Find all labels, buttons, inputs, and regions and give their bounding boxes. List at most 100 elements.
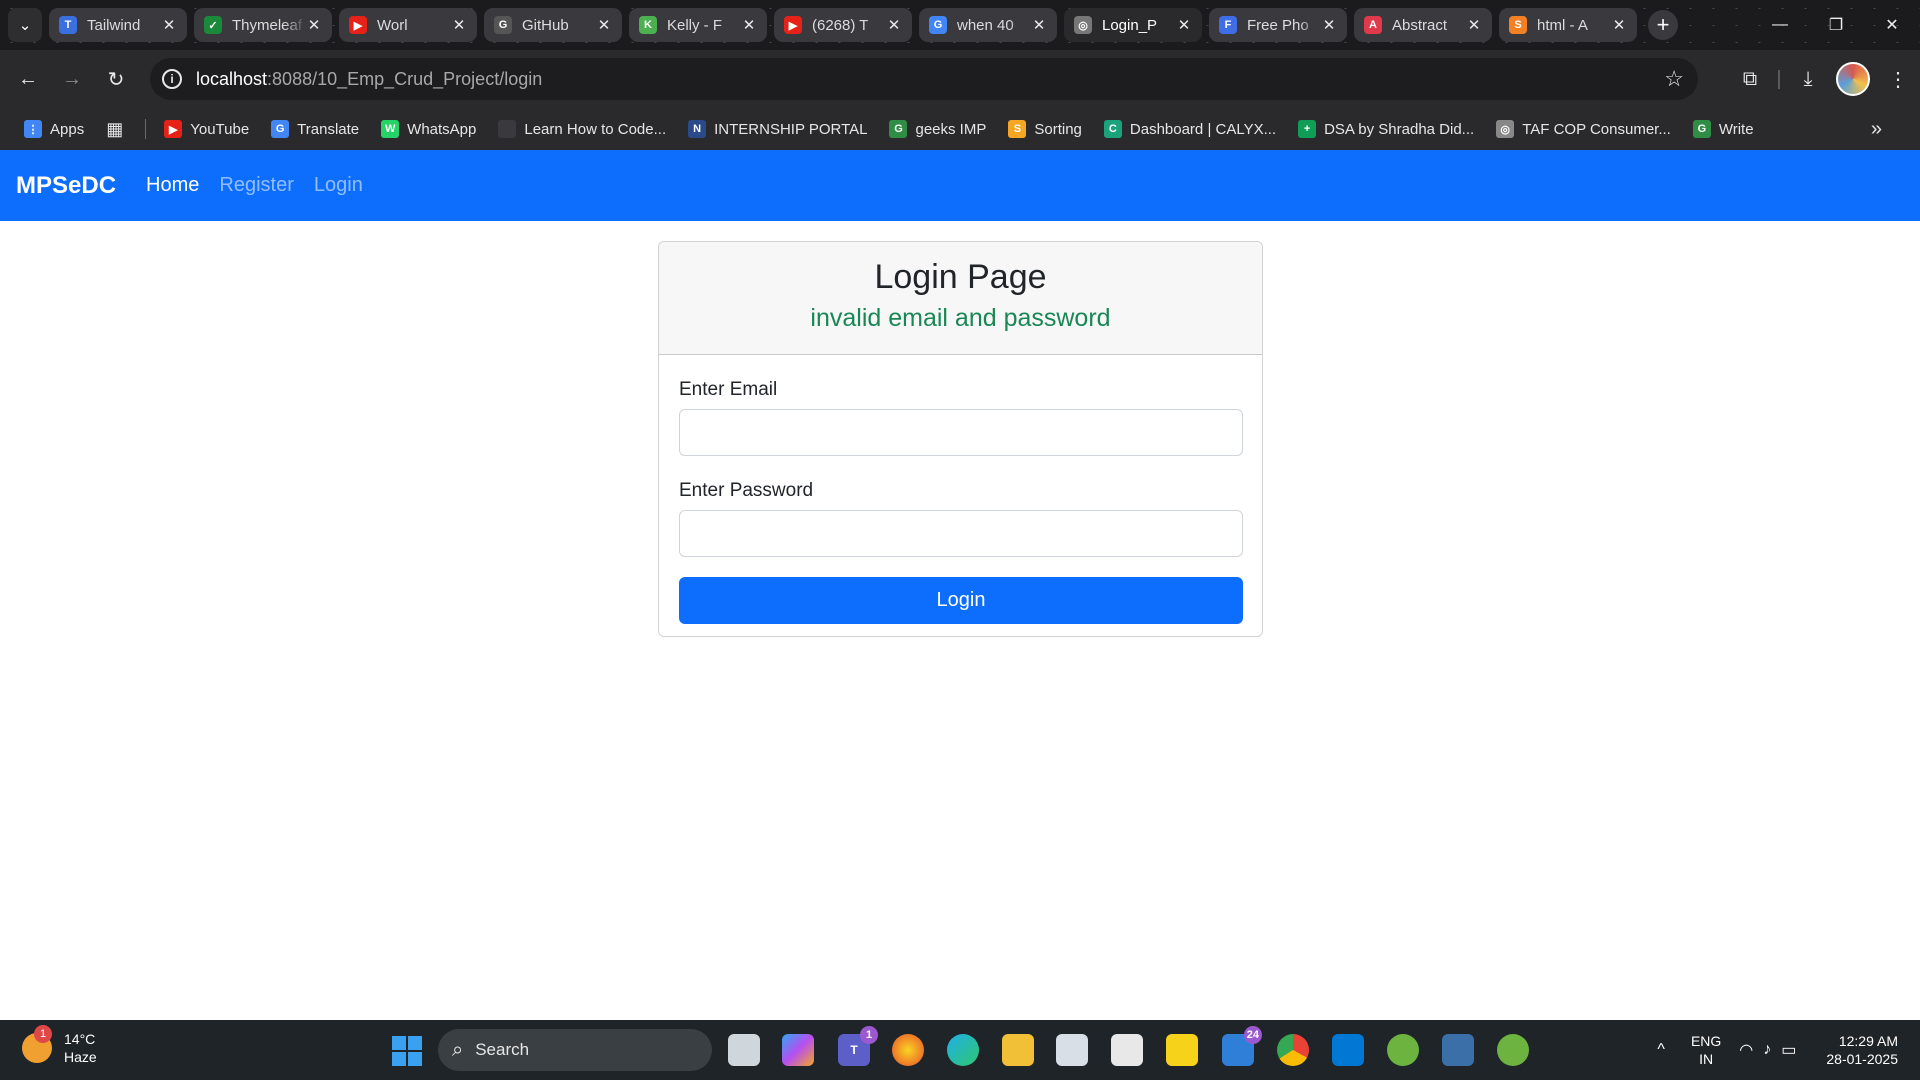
clock[interactable]: 12:29 AM 28-01-2025 (1826, 1032, 1898, 1068)
email-field[interactable] (679, 409, 1243, 456)
password-field[interactable] (679, 510, 1243, 557)
bookmark-label: Dashboard | CALYX... (1129, 120, 1277, 138)
tab-title: when 40 (957, 16, 1014, 34)
close-tab-icon[interactable]: ✕ (1321, 16, 1337, 34)
copilot-icon[interactable] (782, 1034, 814, 1066)
tab-1[interactable]: ✓ Thymeleaf ✕ (194, 8, 332, 42)
vscode-icon[interactable] (1332, 1034, 1364, 1066)
battery-icon[interactable]: ▭ (1781, 1040, 1796, 1060)
tab-5[interactable]: ▶ (6268) T ✕ (774, 8, 912, 42)
tab-10[interactable]: Shtml - A ✕ (1499, 8, 1637, 42)
login-button[interactable]: Login (679, 577, 1243, 624)
downloads-button[interactable]: ⤓ (1786, 59, 1830, 99)
bookmark-item[interactable]: N INTERNSHIP PORTAL (688, 120, 867, 138)
snipping-tool-icon[interactable] (1111, 1034, 1143, 1066)
windows-taskbar: 1 14°C Haze ⌕ Search T1 24 ^ ENG IN ◠ ♪ … (0, 1020, 1920, 1080)
bookmark-item[interactable]: W WhatsApp (381, 120, 476, 138)
email-group: Enter Email (679, 379, 1243, 456)
windows-start-icon[interactable] (392, 1036, 422, 1066)
new-tab-button[interactable]: + (1648, 10, 1678, 40)
calyx-icon: C (1103, 120, 1122, 138)
bookmark-item[interactable]: ▶ YouTube (164, 120, 249, 138)
close-window-button[interactable]: ✕ (1864, 0, 1920, 50)
reload-button[interactable]: ↻ (94, 59, 138, 99)
teams-icon[interactable]: T1 (838, 1026, 878, 1066)
tab-6[interactable]: Gwhen 40 ✕ (919, 8, 1057, 42)
close-tab-icon[interactable]: ✕ (306, 16, 322, 34)
spring-tools-2-icon[interactable] (1497, 1034, 1529, 1066)
restore-button[interactable]: ❐ (1808, 0, 1864, 50)
address-bar[interactable]: i localhost:8088/10_Emp_Crud_Project/log… (150, 58, 1698, 100)
close-tab-icon[interactable]: ✕ (1611, 16, 1627, 34)
profile-avatar[interactable] (1836, 62, 1870, 96)
brand-logo[interactable]: MPSeDC (16, 172, 116, 200)
sticky-notes-icon[interactable] (1166, 1034, 1198, 1066)
photos-app-icon[interactable] (1056, 1034, 1088, 1066)
tab-7[interactable]: ◎ Login_P ✕ (1064, 8, 1202, 42)
close-tab-icon[interactable]: ✕ (596, 16, 612, 34)
bookmark-item[interactable]: ◎ TAF COP Consumer... (1496, 120, 1671, 138)
tab-2[interactable]: ▶ Worl ✕ (339, 8, 477, 42)
page-icon (498, 120, 517, 138)
file-explorer-icon[interactable] (1002, 1034, 1034, 1066)
menu-button[interactable]: ⋮ (1876, 59, 1920, 99)
lang-line2: IN (1699, 1051, 1714, 1067)
close-tab-icon[interactable]: ✕ (886, 16, 902, 34)
tab-title: Free Pho (1247, 16, 1309, 34)
download-icon: ⤓ (1803, 67, 1813, 90)
arrow-right-icon: → (62, 67, 82, 90)
tab-search-button[interactable]: ⌄ (8, 8, 42, 42)
site-info-icon[interactable]: i (162, 69, 182, 89)
close-tab-icon[interactable]: ✕ (1466, 16, 1482, 34)
nav-link-login[interactable]: Login (314, 174, 363, 197)
bookmark-item[interactable]: Learn How to Code... (498, 120, 666, 138)
tab-strip: ⌄ T Tailwind ✕ ✓ Thymeleaf ✕ ▶ Worl ✕ G GitHub ✕ K Ke… (0, 0, 1920, 50)
kebab-menu-icon: ⋮ (1888, 68, 1908, 91)
bookmark-star-icon[interactable]: ☆ (1664, 66, 1684, 92)
tab-0[interactable]: T Tailwind ✕ (49, 8, 187, 42)
back-button[interactable]: ← (6, 59, 50, 99)
bookmark-item[interactable]: C Dashboard | CALYX... (1103, 120, 1277, 138)
bookmark-item[interactable]: + DSA by Shradha Did... (1298, 120, 1474, 138)
mysql-workbench-icon[interactable] (1442, 1034, 1474, 1066)
freepik-icon: F (1219, 16, 1237, 34)
site-navbar: MPSeDC Home Register Login (0, 150, 1920, 221)
chrome-icon[interactable] (1277, 1034, 1309, 1066)
minimize-button[interactable]: — (1752, 0, 1808, 50)
bookmark-label: TAF COP Consumer... (1522, 120, 1671, 138)
tab-4[interactable]: K Kelly - F ✕ (629, 8, 767, 42)
mail-icon[interactable]: 24 (1222, 1026, 1262, 1066)
close-tab-icon[interactable]: ✕ (161, 16, 177, 34)
chevron-up-icon[interactable]: ^ (1657, 1041, 1665, 1059)
edge-icon[interactable] (947, 1034, 979, 1066)
bookmark-item[interactable]: G Translate (271, 120, 359, 138)
tab-9[interactable]: A Abstract ✕ (1354, 8, 1492, 42)
weather-widget[interactable]: 1 14°C Haze (22, 1025, 97, 1066)
extensions-button[interactable]: ⧉ (1728, 59, 1772, 99)
bookmark-item[interactable]: G Write (1692, 120, 1754, 138)
taskbar-search[interactable]: ⌕ Search (438, 1029, 712, 1071)
nav-link-home[interactable]: Home (146, 174, 199, 197)
spring-tools-icon[interactable] (1387, 1034, 1419, 1066)
more-bookmarks-icon[interactable]: » (1871, 118, 1882, 141)
close-tab-icon[interactable]: ✕ (1176, 16, 1192, 34)
tab-8[interactable]: F Free Pho ✕ (1209, 8, 1347, 42)
language-indicator[interactable]: ENG IN (1691, 1032, 1721, 1068)
volume-icon[interactable]: ♪ (1763, 1041, 1771, 1059)
close-tab-icon[interactable]: ✕ (741, 16, 757, 34)
close-tab-icon[interactable]: ✕ (1031, 16, 1047, 34)
bookmark-item[interactable]: Ggeeks IMP (889, 120, 986, 138)
bookmark-item[interactable]: ⋮ Apps (24, 120, 84, 138)
firefox-icon[interactable] (892, 1034, 924, 1066)
forward-button[interactable]: → (50, 59, 94, 99)
wifi-icon[interactable]: ◠ (1739, 1040, 1753, 1060)
close-tab-icon[interactable]: ✕ (451, 16, 467, 34)
nav-link-register[interactable]: Register (219, 174, 293, 197)
task-view-icon[interactable] (728, 1034, 760, 1066)
tab-3[interactable]: G GitHub ✕ (484, 8, 622, 42)
bookmark-label: WhatsApp (407, 120, 477, 138)
tab-groups-icon[interactable]: ▦ (106, 119, 123, 140)
status-message: invalid email and password (810, 304, 1111, 332)
bookmark-item[interactable]: S Sorting (1008, 120, 1082, 138)
login-card: Login Page invalid email and password En… (658, 241, 1263, 637)
